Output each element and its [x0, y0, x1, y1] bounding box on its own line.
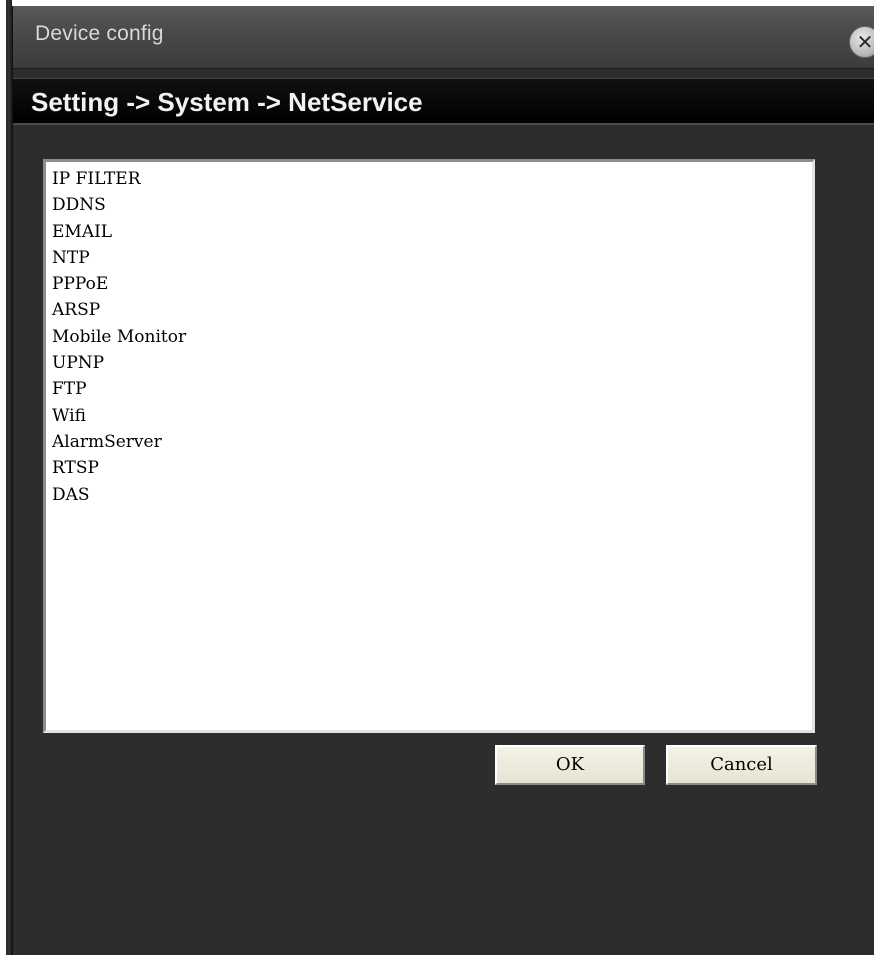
list-item[interactable]: ARSP — [52, 297, 812, 323]
breadcrumb-bar: Setting -> System -> NetService — [13, 78, 874, 125]
list-item[interactable]: NTP — [52, 245, 812, 271]
netservice-list[interactable]: IP FILTER DDNS EMAIL NTP PPPoE ARSP Mobile Mon… — [43, 159, 815, 733]
breadcrumb: Setting -> System -> NetService — [31, 87, 423, 117]
list-item[interactable]: AlarmServer — [52, 429, 812, 455]
list-item[interactable]: FTP — [52, 376, 812, 402]
netservice-list-items: IP FILTER DDNS EMAIL NTP PPPoE ARSP Mobile Mon… — [46, 162, 812, 508]
list-item[interactable]: EMAIL — [52, 219, 812, 245]
list-item[interactable]: UPNP — [52, 350, 812, 376]
device-config-dialog: Device config ✕ Setting -> System -> Net… — [12, 6, 874, 955]
list-item[interactable]: DAS — [52, 482, 812, 508]
cancel-button[interactable]: Cancel — [666, 745, 817, 785]
background-window-edge — [0, 0, 12, 955]
list-item[interactable]: Wifi — [52, 403, 812, 429]
list-item[interactable]: IP FILTER — [52, 166, 812, 192]
close-icon: ✕ — [856, 30, 874, 54]
list-item[interactable]: DDNS — [52, 192, 812, 218]
list-item[interactable]: Mobile Monitor — [52, 324, 812, 350]
close-button[interactable]: ✕ — [849, 26, 874, 58]
list-item[interactable]: PPPoE — [52, 271, 812, 297]
list-item[interactable]: RTSP — [52, 455, 812, 481]
page: Device config ✕ Setting -> System -> Net… — [0, 0, 874, 955]
title-bar[interactable]: Device config ✕ — [13, 6, 874, 69]
window-title: Device config — [35, 22, 164, 45]
ok-button[interactable]: OK — [495, 745, 645, 785]
